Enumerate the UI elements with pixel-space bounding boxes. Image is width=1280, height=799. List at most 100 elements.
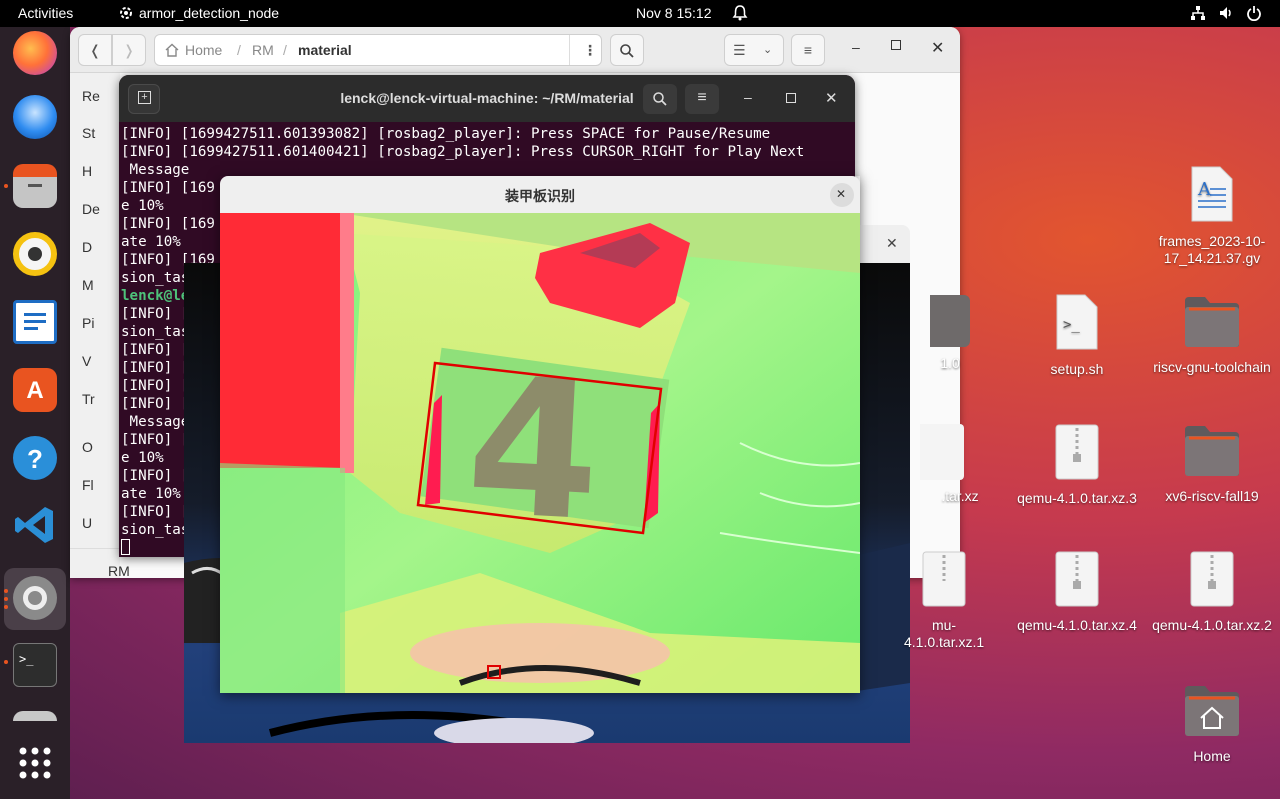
armor-window-title: 装甲板识别 xyxy=(505,188,575,204)
close-icon: ✕ xyxy=(836,187,847,201)
sidebar-item-home[interactable]: H xyxy=(82,163,92,179)
desktop-icon-qemu-1[interactable]: mu-4.1.0.tar.xz.1 xyxy=(904,551,984,651)
app-grid-icon[interactable] xyxy=(13,741,57,785)
terminal-headerbar: + lenck@lenck-virtual-machine: ~/RM/mate… xyxy=(119,75,855,122)
back-button[interactable]: ❬ xyxy=(78,34,112,66)
sidebar-item-u[interactable]: U xyxy=(82,515,92,531)
armor-detection-window: 装甲板识别 ✕ 4 xyxy=(220,176,860,693)
terminal-menu-button[interactable]: ≡ xyxy=(685,84,719,114)
archive-icon xyxy=(920,424,964,480)
desktop-icon-label: qemu-4.1.0.tar.xz.2 xyxy=(1152,617,1272,633)
desktop-icon-label: 1.0 xyxy=(940,355,960,371)
terminal-cursor xyxy=(121,539,130,555)
archive-icon xyxy=(1190,551,1234,607)
chevron-right-icon: ❭ xyxy=(123,42,135,58)
camera-feed: 4 xyxy=(220,213,860,693)
sidebar-item-rm[interactable]: RM xyxy=(108,563,130,579)
path-menu-icon[interactable]: ⋮ xyxy=(583,42,597,59)
path-bar[interactable]: Home / RM / material ⋮ xyxy=(154,34,602,66)
document-icon: A xyxy=(1191,166,1233,222)
sidebar-item-other[interactable]: O xyxy=(82,439,93,455)
desktop-icon-qemu-4[interactable]: qemu-4.1.0.tar.xz.4 xyxy=(1012,551,1142,634)
menu-icon: ≡ xyxy=(697,89,707,106)
volume-icon xyxy=(1220,7,1231,19)
settings-running-dot-2 xyxy=(4,597,8,601)
home-icon xyxy=(165,43,179,57)
terminal-minimize-button[interactable]: – xyxy=(744,89,752,105)
sidebar-item-starred[interactable]: St xyxy=(82,125,95,141)
vscode-icon[interactable] xyxy=(13,503,57,547)
desktop-icon-setup-sh[interactable]: >_ setup.sh xyxy=(1012,293,1142,378)
desktop-icon-label: xv6-riscv-fall19 xyxy=(1165,488,1259,504)
sidebar-item-desktop[interactable]: De xyxy=(82,201,100,217)
desktop-icon-label: frames_2023-10-17_14.21.37.gv xyxy=(1158,233,1266,266)
svg-text:A: A xyxy=(1197,179,1212,200)
folder-icon xyxy=(930,295,970,347)
sidebar-item-music[interactable]: M xyxy=(82,277,94,293)
desktop-icon-qemu-2[interactable]: qemu-4.1.0.tar.xz.2 xyxy=(1147,551,1277,634)
terminal-icon[interactable]: >_ xyxy=(13,643,57,687)
desktop-icon-label: qemu-4.1.0.tar.xz.4 xyxy=(1017,617,1137,633)
hamburger-menu-button[interactable]: ≡ xyxy=(791,34,825,66)
sidebar-item-recent[interactable]: Re xyxy=(82,88,100,104)
path-divider xyxy=(569,35,570,65)
desktop-icon-home[interactable]: Home xyxy=(1147,684,1277,765)
armor-window-headerbar: 装甲板识别 ✕ xyxy=(220,176,860,213)
archive-icon xyxy=(1055,551,1099,607)
power-icon xyxy=(1247,6,1261,21)
back-window-headerbar: ✕ xyxy=(860,225,910,263)
search-icon xyxy=(653,92,667,106)
search-icon xyxy=(620,44,634,58)
terminal-close-button[interactable]: ✕ xyxy=(825,89,838,107)
search-button[interactable] xyxy=(610,34,644,66)
files-icon[interactable] xyxy=(13,164,57,208)
path-material[interactable]: material xyxy=(298,42,352,58)
forward-button[interactable]: ❭ xyxy=(112,34,146,66)
terminal-running-dot xyxy=(4,660,8,664)
svg-text:>_: >_ xyxy=(1063,317,1080,333)
close-button[interactable]: ✕ xyxy=(931,38,944,58)
minimize-button[interactable]: – xyxy=(852,39,860,55)
firefox-icon[interactable] xyxy=(13,31,57,75)
armor-window-close-button[interactable]: ✕ xyxy=(830,183,854,207)
desktop-icon-label: mu-4.1.0.tar.xz.1 xyxy=(904,617,985,650)
desktop-icon-frames[interactable]: A frames_2023-10-17_14.21.37.gv xyxy=(1147,165,1277,267)
sidebar-item-trash[interactable]: Tr xyxy=(82,391,95,407)
sidebar-item-fl[interactable]: Fl xyxy=(82,477,94,493)
settings-icon[interactable] xyxy=(13,576,57,620)
desktop-icon-label: setup.sh xyxy=(1050,361,1104,377)
path-home[interactable]: Home xyxy=(185,42,222,58)
rhythmbox-icon[interactable] xyxy=(13,232,57,276)
sidebar-item-documents[interactable]: D xyxy=(82,239,92,255)
trash-icon[interactable] xyxy=(13,711,57,721)
terminal-line: [INFO] [1699427511.601393082] [rosbag2_p… xyxy=(121,126,771,142)
software-icon[interactable]: A xyxy=(13,368,57,412)
home-folder-icon xyxy=(1185,686,1239,736)
desktop-icon-riscv-toolchain[interactable]: riscv-gnu-toolchain xyxy=(1147,295,1277,376)
maximize-button[interactable] xyxy=(891,40,901,50)
network-icon xyxy=(1191,6,1205,20)
sidebar-item-videos[interactable]: V xyxy=(82,353,91,369)
clock[interactable]: Nov 8 15:12 xyxy=(636,5,712,21)
view-toggle-button[interactable]: ☰ ⌄ xyxy=(724,34,784,66)
desktop-icon-folder-partial[interactable]: 1.0 xyxy=(920,295,980,372)
terminal-maximize-button[interactable] xyxy=(786,93,796,103)
system-tray[interactable] xyxy=(1190,5,1262,21)
writer-icon[interactable] xyxy=(13,300,57,344)
app-gear-icon xyxy=(120,7,132,19)
notification-bell-icon[interactable] xyxy=(732,4,748,22)
sidebar-divider xyxy=(70,548,120,549)
thunderbird-icon[interactable] xyxy=(13,95,57,139)
desktop-icon-label: qemu-4.1.0.tar.xz.3 xyxy=(1017,490,1137,506)
archive-icon xyxy=(922,551,966,607)
help-icon[interactable]: ? xyxy=(13,436,57,480)
back-window-close-button[interactable]: ✕ xyxy=(886,235,898,252)
desktop-icon-tar-xz[interactable]: .tar.xz xyxy=(920,424,1000,505)
sidebar-item-pictures[interactable]: Pi xyxy=(82,315,94,331)
desktop-icon-qemu-3[interactable]: qemu-4.1.0.tar.xz.3 xyxy=(1012,424,1142,507)
activities-button[interactable]: Activities xyxy=(18,5,73,21)
path-rm[interactable]: RM xyxy=(252,42,274,58)
archive-icon xyxy=(1055,424,1099,480)
desktop-icon-xv6[interactable]: xv6-riscv-fall19 xyxy=(1147,424,1277,505)
terminal-search-button[interactable] xyxy=(643,84,677,114)
